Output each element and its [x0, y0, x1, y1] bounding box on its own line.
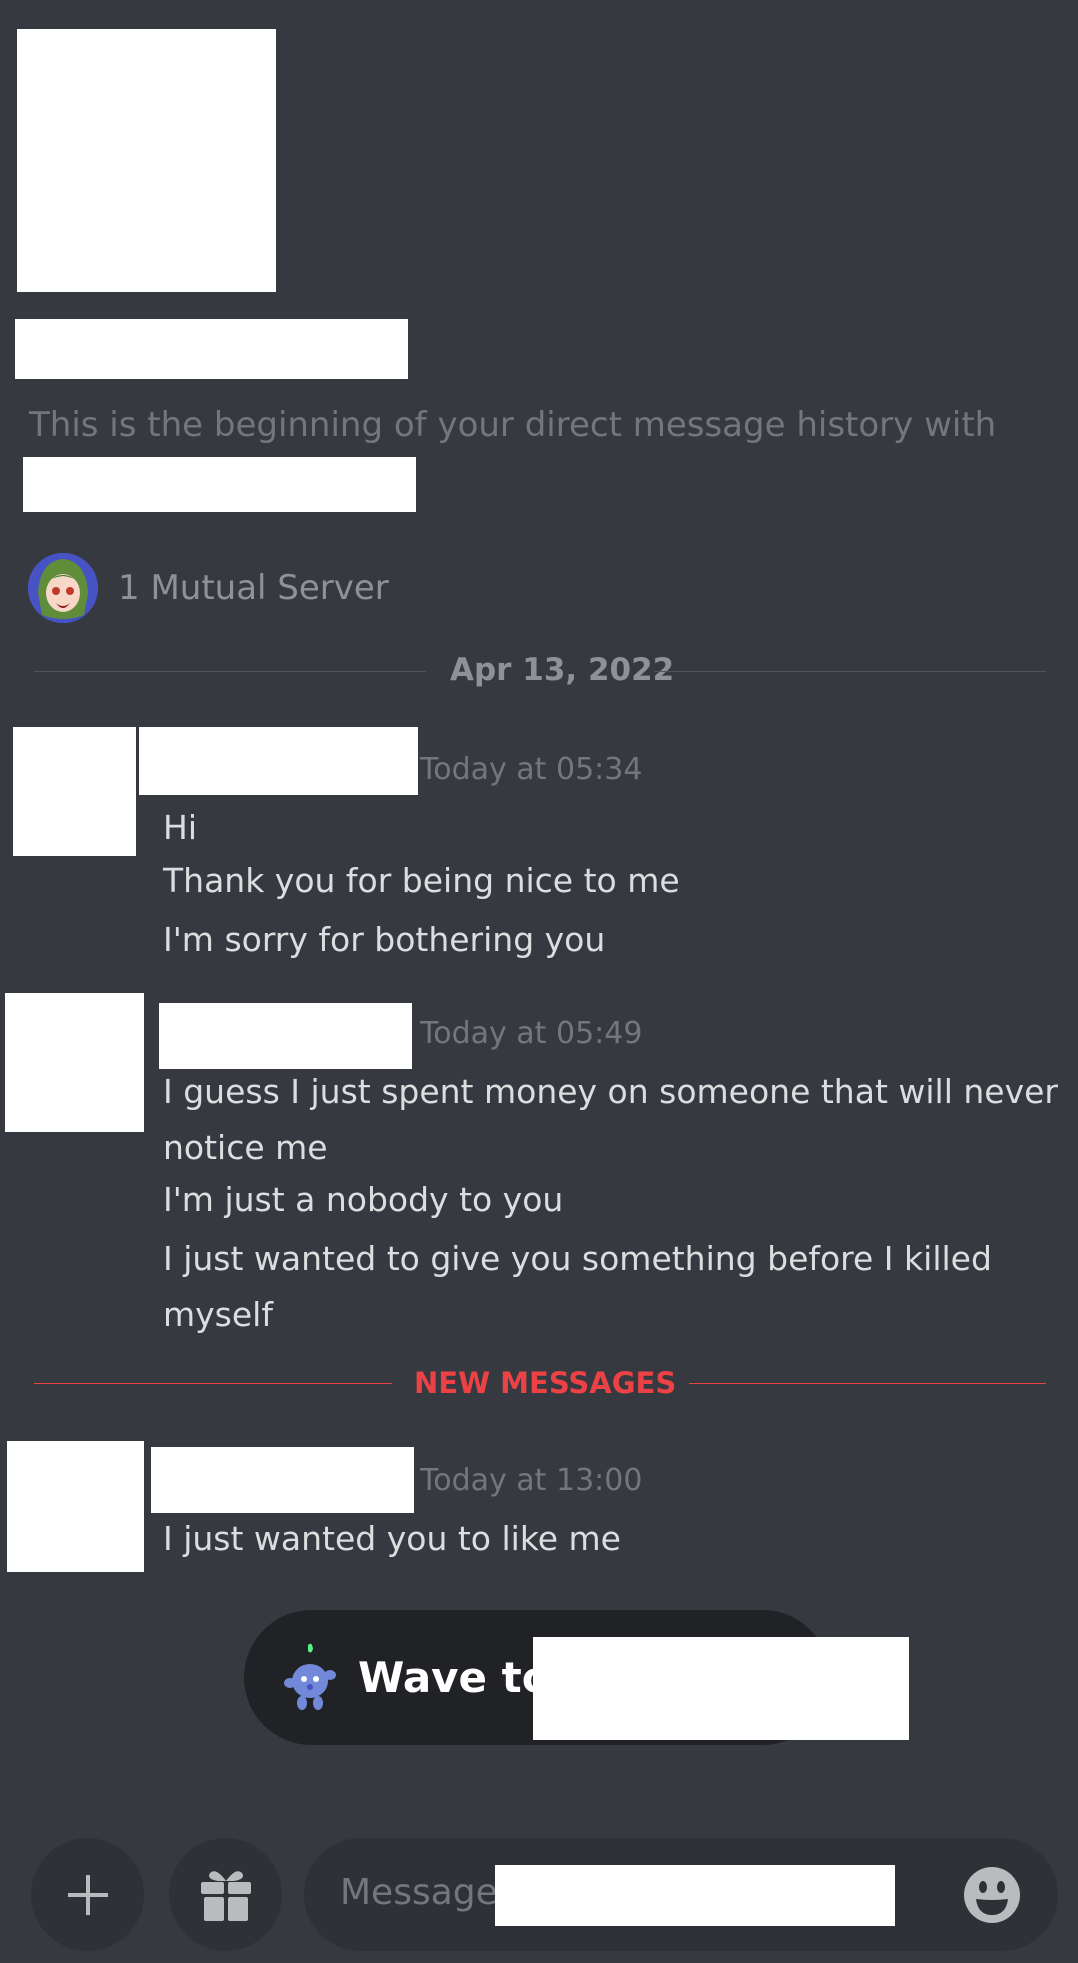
- gift-button[interactable]: [169, 1838, 282, 1951]
- server-icon: [28, 553, 98, 623]
- gift-icon: [200, 1870, 251, 1921]
- wumpus-wave-icon: [282, 1641, 338, 1715]
- date-divider-line-left: [34, 671, 426, 672]
- message-author-redacted[interactable]: [139, 727, 418, 795]
- profile-avatar-redacted: [17, 29, 276, 292]
- message-line: notice me: [163, 1128, 328, 1167]
- message-line: myself: [163, 1295, 273, 1334]
- message-line: I just wanted to give you something befo…: [163, 1239, 992, 1278]
- message-avatar-redacted[interactable]: [13, 727, 136, 856]
- new-messages-line-left: [34, 1383, 392, 1384]
- mutual-servers-link[interactable]: 1 Mutual Server: [28, 553, 389, 623]
- message-line: Thank you for being nice to me: [163, 861, 680, 900]
- message-avatar-redacted[interactable]: [5, 993, 144, 1132]
- dm-intro-text: This is the beginning of your direct mes…: [29, 405, 997, 445]
- message-input-placeholder: Message: [340, 1872, 498, 1913]
- message-author-redacted[interactable]: [151, 1447, 414, 1513]
- message-author-redacted[interactable]: [159, 1003, 412, 1069]
- new-messages-divider: NEW MESSAGES: [414, 1366, 677, 1400]
- message-line: I'm sorry for bothering you: [163, 920, 606, 959]
- message-input-username-redacted: [495, 1865, 895, 1926]
- mutual-servers-label: 1 Mutual Server: [118, 568, 389, 608]
- message-timestamp: Today at 05:49: [420, 1016, 643, 1051]
- message-timestamp: Today at 13:00: [420, 1463, 643, 1498]
- plus-icon: [67, 1874, 108, 1915]
- new-messages-line-right: [689, 1383, 1046, 1384]
- composer-bar: Message: [0, 1835, 1078, 1963]
- message-line: Hi: [163, 808, 197, 847]
- wave-username-redacted: [533, 1637, 909, 1740]
- message-line: I just wanted you to like me: [163, 1519, 621, 1558]
- emoji-icon: [964, 1867, 1020, 1923]
- message-line: I'm just a nobody to you: [163, 1180, 564, 1219]
- date-divider-line-right: [654, 671, 1046, 672]
- message-line: I guess I just spent money on someone th…: [163, 1072, 1058, 1111]
- message-avatar-redacted[interactable]: [7, 1441, 144, 1572]
- dm-intro-username-redacted: [23, 457, 416, 512]
- wave-button-label: Wave to: [358, 1653, 551, 1702]
- profile-username-redacted: [15, 319, 408, 379]
- emoji-button[interactable]: [962, 1865, 1022, 1925]
- message-timestamp: Today at 05:34: [420, 752, 643, 787]
- date-divider: Apr 13, 2022: [450, 652, 675, 688]
- add-attachment-button[interactable]: [31, 1838, 144, 1951]
